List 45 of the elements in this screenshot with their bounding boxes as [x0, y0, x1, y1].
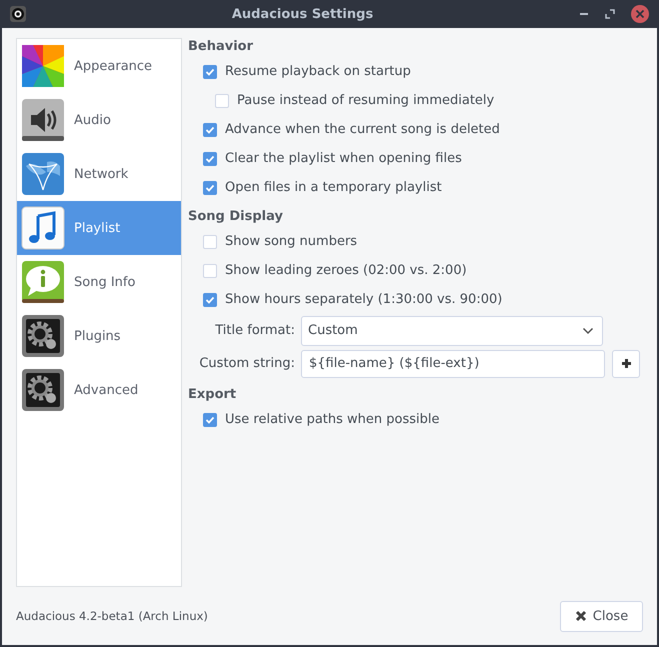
chevron-down-icon — [582, 326, 594, 334]
color-wheel-icon — [21, 44, 65, 88]
checkbox-label: Resume playback on startup — [225, 64, 411, 79]
field-label: Custom string: — [198, 356, 295, 371]
music-note-icon — [21, 206, 65, 250]
window-title: Audacious Settings — [230, 6, 374, 22]
gears-icon — [21, 314, 65, 358]
section-heading: Export — [188, 386, 238, 404]
checkbox-label: Advance when the current song is deleted — [225, 122, 500, 137]
plus-icon — [620, 358, 632, 369]
category-item[interactable]: Network — [17, 147, 181, 201]
close-button[interactable]: Close — [560, 600, 643, 632]
category-item[interactable]: Audio — [17, 93, 181, 147]
speaker-icon — [21, 98, 65, 142]
checkbox-label: Open files in a temporary playlist — [225, 180, 442, 195]
checkbox-label: Use relative paths when possible — [225, 412, 440, 427]
maximize-icon[interactable] — [605, 9, 615, 19]
add-button[interactable] — [612, 350, 640, 378]
checkbox[interactable] — [203, 152, 217, 166]
checkbox-label: Show song numbers — [225, 234, 358, 249]
checkbox-label: Show hours separately (1:30:00 vs. 90:00) — [225, 292, 502, 307]
category-item[interactable]: Advanced — [17, 363, 181, 417]
info-bubble-icon — [21, 260, 65, 304]
checkbox-label: Clear the playlist when opening files — [225, 151, 462, 166]
checkbox[interactable] — [203, 412, 217, 426]
checkbox[interactable] — [203, 292, 217, 306]
close-x-icon — [574, 610, 587, 622]
close-icon[interactable] — [631, 5, 649, 23]
version-text: Audacious 4.2-beta1 (Arch Linux) — [16, 609, 208, 623]
title-format-dropdown[interactable]: Custom — [301, 316, 603, 346]
section-heading: Song Display — [188, 208, 284, 226]
category-item[interactable]: Song Info — [17, 255, 181, 309]
field-label: Title format: — [214, 323, 295, 338]
checkbox-label: Show leading zeroes (02:00 vs. 2:00) — [225, 263, 467, 278]
category-item[interactable]: Plugins — [17, 309, 181, 363]
section-heading: Behavior — [188, 38, 254, 56]
custom-string-field[interactable]: ${file-name} (${file-ext}) — [301, 350, 605, 378]
category-item[interactable]: Appearance — [17, 39, 181, 93]
gears-icon — [21, 368, 65, 412]
checkbox[interactable] — [203, 64, 217, 78]
checkbox[interactable] — [203, 180, 217, 194]
checkbox[interactable] — [203, 122, 217, 136]
app-icon — [10, 6, 26, 22]
checkbox-label: Pause instead of resuming immediately — [237, 93, 494, 108]
category-item[interactable]: Playlist — [17, 201, 181, 255]
